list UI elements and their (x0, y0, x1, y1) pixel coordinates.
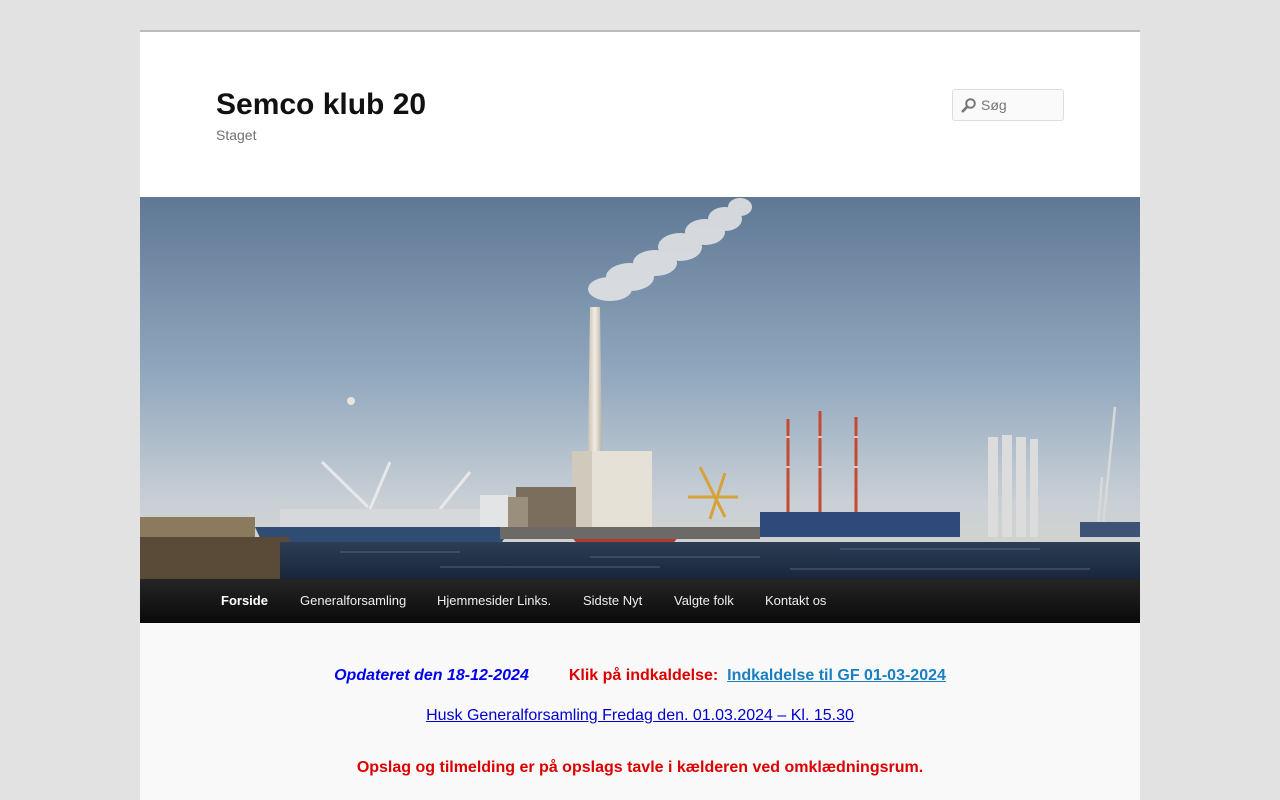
invitation-label: Klik på indkaldelse: (568, 667, 719, 684)
search-icon (961, 98, 976, 113)
site-title[interactable]: Semco klub 20 (216, 88, 426, 122)
site-tagline: Staget (216, 127, 257, 143)
invitation-link[interactable]: Indkaldelse til GF 01-03-2024 (727, 667, 946, 684)
main-navigation: Forside Generalforsamling Hjemmesider Li… (140, 579, 1140, 623)
main-content: Opdateret den 18-12-2024 Klik på indkalde… (140, 623, 1140, 800)
nav-item-sidste-nyt[interactable]: Sidste Nyt (583, 579, 642, 623)
updated-date: Opdateret den 18-12-2024 (334, 667, 529, 684)
page: Semco klub 20 Staget Søg Forside General… (140, 30, 1140, 800)
search-input[interactable] (981, 90, 1061, 120)
nav-item-hjemmesider-links[interactable]: Hjemmesider Links. (437, 579, 551, 623)
reminder-link[interactable]: Husk Generalforsamling Fredag den. 01.03… (426, 707, 854, 724)
header-image-harbor (140, 197, 1140, 579)
nav-item-kontakt-os[interactable]: Kontakt os (765, 579, 826, 623)
reminder-line: Husk Generalforsamling Fredag den. 01.03… (140, 707, 1140, 725)
nav-item-forside[interactable]: Forside (221, 579, 268, 623)
update-line: Opdateret den 18-12-2024 Klik på indkalde… (140, 667, 1140, 685)
search-box[interactable] (952, 89, 1064, 121)
nav-item-valgte-folk[interactable]: Valgte folk (674, 579, 734, 623)
nav-item-generalforsamling[interactable]: Generalforsamling (300, 579, 406, 623)
notice-text: Opslag og tilmelding er på opslags tavle… (356, 759, 924, 776)
